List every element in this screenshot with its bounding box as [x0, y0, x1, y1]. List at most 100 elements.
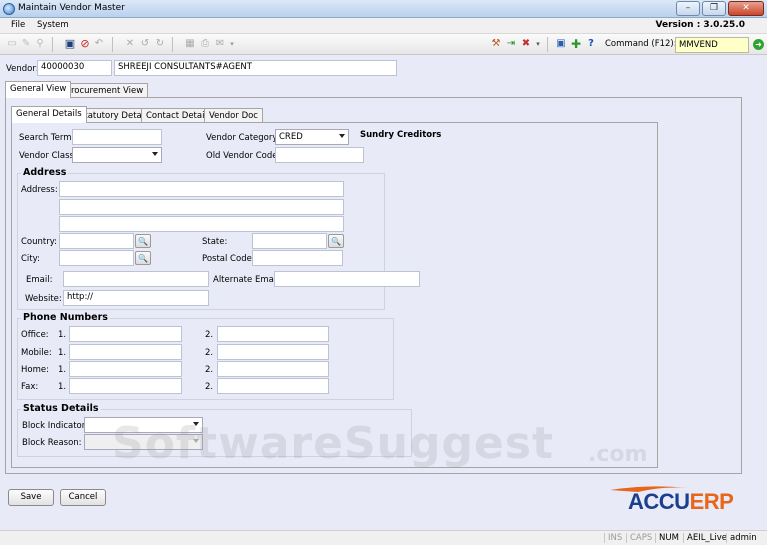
website-field[interactable]: http://	[63, 290, 209, 306]
alternate-email-field[interactable]	[274, 271, 420, 287]
back-icon[interactable]: ↺	[139, 38, 151, 50]
minimize-button[interactable]: –	[676, 1, 700, 16]
settings-icon[interactable]: ✖	[520, 38, 532, 50]
search-icon: 🔍	[331, 236, 341, 246]
status-database: AEIL_Live	[683, 533, 730, 543]
title-bar: Maintain Vendor Master – ❐ ✕	[0, 0, 767, 18]
mobile-label: Mobile:	[21, 348, 52, 358]
search-term-field[interactable]	[72, 129, 162, 145]
fax-number-1-label: 1.	[58, 382, 67, 392]
vendor-class-select[interactable]	[72, 147, 162, 163]
vendor-name-field[interactable]: SHREEJI CONSULTANTS#AGENT	[114, 60, 397, 76]
old-vendor-code-field[interactable]	[275, 147, 364, 163]
menu-file[interactable]: File	[11, 20, 25, 30]
accuerp-logo: ACCUERP	[608, 484, 743, 515]
mobile-phone-2-field[interactable]	[217, 344, 329, 360]
email-icon[interactable]: ✉	[214, 38, 226, 50]
tab-procurement-view[interactable]: Procurement View	[61, 83, 149, 98]
cancel-button[interactable]: Cancel	[60, 489, 106, 506]
exit-icon[interactable]: ⇥	[505, 38, 517, 50]
tab-general-view[interactable]: General View	[5, 81, 72, 98]
close-button[interactable]: ✕	[728, 1, 764, 16]
address-label: Address:	[21, 185, 58, 195]
home-phone-1-field[interactable]	[69, 361, 182, 377]
refresh-icon[interactable]: ↻	[154, 38, 166, 50]
delete-icon[interactable]: ✕	[124, 38, 136, 50]
menu-system[interactable]: System	[37, 20, 69, 30]
office-phone-1-field[interactable]	[69, 326, 182, 342]
save-icon[interactable]: ▣	[64, 38, 76, 50]
status-user: admin	[726, 533, 760, 543]
city-field[interactable]	[59, 250, 134, 266]
go-icon[interactable]: ➜	[753, 39, 764, 50]
help-icon[interactable]: ?	[585, 38, 597, 50]
search-icon: 🔍	[138, 253, 148, 263]
block-reason-label: Block Reason:	[22, 438, 82, 448]
state-label: State:	[202, 237, 228, 247]
fax-2-field[interactable]	[217, 378, 329, 394]
city-lookup-button[interactable]: 🔍	[135, 251, 151, 265]
address-line-3[interactable]	[59, 216, 344, 232]
phone-numbers-title: Phone Numbers	[21, 312, 110, 323]
watermark: SoftwareSuggest	[112, 418, 555, 469]
home-phone-2-field[interactable]	[217, 361, 329, 377]
vendor-code-field[interactable]: 40000030	[37, 60, 112, 76]
grid-icon[interactable]: ▦	[184, 38, 196, 50]
postal-code-label: Postal Code:	[202, 254, 255, 264]
block-indicator-label: Block Indicator:	[22, 421, 88, 431]
restore-button[interactable]: ❐	[702, 1, 726, 16]
logo-text: ACCUERP	[628, 489, 734, 515]
status-details-title: Status Details	[21, 403, 101, 414]
chevron-down-icon	[152, 152, 158, 156]
address-line-1[interactable]	[59, 181, 344, 197]
country-field[interactable]	[59, 233, 134, 249]
office-number-2-label: 2.	[205, 330, 214, 340]
state-field[interactable]	[252, 233, 327, 249]
fax-1-field[interactable]	[69, 378, 182, 394]
vendor-label: Vendor:	[6, 64, 39, 74]
command-label: Command (F12):	[605, 39, 677, 49]
toolbar-separator	[172, 37, 173, 52]
status-caps: CAPS	[626, 533, 655, 543]
find-icon[interactable]: ⚲	[34, 38, 46, 50]
new-icon[interactable]: ▭	[6, 38, 18, 50]
country-label: Country:	[21, 237, 58, 247]
dropdown-icon[interactable]: ▾	[532, 38, 544, 50]
country-lookup-button[interactable]: 🔍	[135, 234, 151, 248]
vendor-category-select[interactable]: CRED	[275, 129, 349, 145]
search-icon: 🔍	[138, 236, 148, 246]
print-icon[interactable]: ⎙	[199, 38, 211, 50]
old-vendor-code-label: Old Vendor Code:	[206, 151, 281, 161]
home-number-2-label: 2.	[205, 365, 214, 375]
tab-general-details[interactable]: General Details	[11, 106, 87, 123]
tools-icon[interactable]: ⚒	[490, 38, 502, 50]
tab-vendor-doc[interactable]: Vendor Doc	[204, 108, 263, 123]
toolbar-separator	[52, 37, 53, 52]
email-field[interactable]	[63, 271, 209, 287]
mobile-phone-1-field[interactable]	[69, 344, 182, 360]
chevron-down-icon	[339, 134, 345, 138]
command-input[interactable]: MMVEND	[675, 37, 749, 53]
office-label: Office:	[21, 330, 49, 340]
add-icon[interactable]: ✚	[570, 38, 582, 50]
website-label: Website:	[25, 294, 62, 304]
toolbar: ▭ ✎ ⚲ ▣ ⊘ ↶ ✕ ↺ ↻ ▦ ⎙ ✉ ▾ ⚒ ⇥ ✖ ▾ ▣ ✚ ? …	[0, 33, 767, 55]
stop-icon[interactable]: ⊘	[79, 38, 91, 50]
status-ins: INS	[604, 533, 625, 543]
vendor-category-label: Vendor Category:	[206, 133, 280, 143]
undo-icon[interactable]: ↶	[93, 38, 105, 50]
save-button[interactable]: Save	[8, 489, 54, 506]
office-phone-2-field[interactable]	[217, 326, 329, 342]
logo-erp: ERP	[689, 489, 734, 514]
address-title: Address	[21, 167, 69, 178]
address-line-2[interactable]	[59, 199, 344, 215]
edit-icon[interactable]: ✎	[20, 38, 32, 50]
home-number-1-label: 1.	[58, 365, 67, 375]
vendor-class-label: Vendor Class:	[19, 151, 77, 161]
window-icon[interactable]: ▣	[555, 38, 567, 50]
postal-code-field[interactable]	[252, 250, 343, 266]
city-label: City:	[21, 254, 40, 264]
logo-accu: ACCU	[628, 489, 690, 514]
dropdown-icon[interactable]: ▾	[226, 38, 238, 50]
state-lookup-button[interactable]: 🔍	[328, 234, 344, 248]
